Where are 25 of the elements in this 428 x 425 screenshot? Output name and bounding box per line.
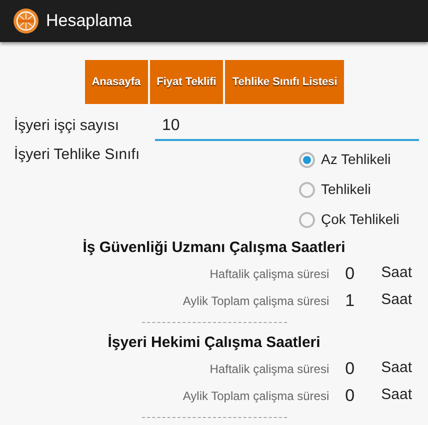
unit-label: Saat xyxy=(381,385,412,406)
hours-value: 0 xyxy=(345,358,356,380)
row-label: Aylik Toplam çalişma süresi xyxy=(182,292,330,310)
hours-value: 1 xyxy=(345,290,356,312)
radio-button[interactable] xyxy=(299,152,315,168)
field-label: İşyeri işçi sayısı xyxy=(14,116,120,136)
unit-label: Saat xyxy=(381,358,412,378)
hours-value: 0 xyxy=(345,384,356,407)
row-label: Haftalik çalişma süresi xyxy=(210,360,330,378)
radio-button[interactable] xyxy=(299,182,315,198)
row-label: Aylik Toplam çalişma süresi xyxy=(182,388,330,404)
worker-count-field[interactable]: 10 xyxy=(155,115,419,141)
app-logo-icon[interactable] xyxy=(13,8,39,34)
section-heading: İşyeri Hekimi Çalışma Saatleri xyxy=(108,333,320,353)
section-heading: İş Güvenliği Uzmanı Çalışma Saatleri xyxy=(82,238,346,258)
field-label: İşyeri Tehlike Sınıfı xyxy=(14,145,141,165)
radio-option[interactable]: Az Tehlikeli xyxy=(299,148,400,171)
radio-option[interactable]: Çok Tehlikeli xyxy=(299,208,400,231)
unit-label: Saat xyxy=(381,263,412,284)
app-title: Hesaplama xyxy=(46,10,132,32)
radio-option[interactable]: Tehlikeli xyxy=(299,178,400,201)
radio-button[interactable] xyxy=(299,212,315,228)
row-label: Haftalik çalişma süresi xyxy=(210,266,330,282)
hours-value: 0 xyxy=(345,262,356,285)
unit-label: Saat xyxy=(381,290,412,310)
